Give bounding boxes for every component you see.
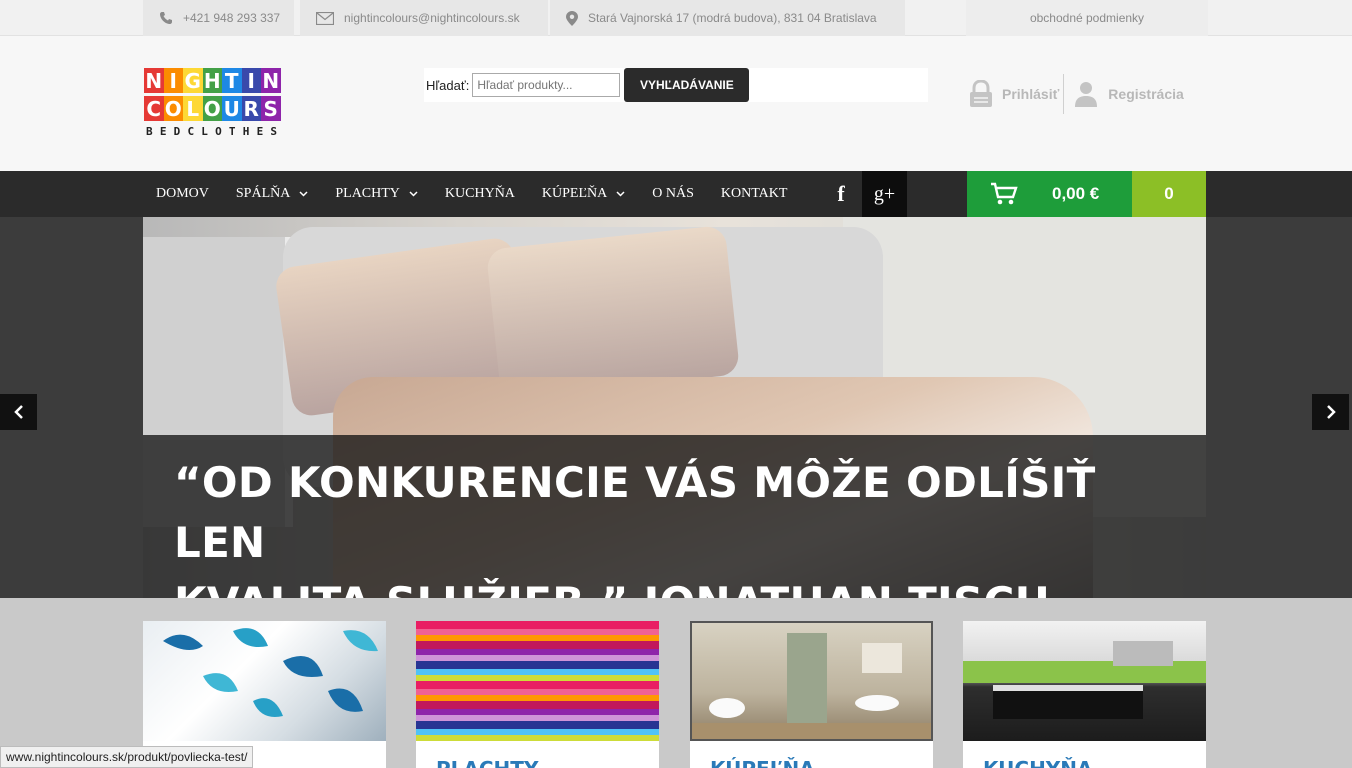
nav-menu: DOMOV SPÁLŇA PLACHTY KUCHYŇA KÚPEĽŇA O N… [143,171,801,217]
floral-pattern [163,628,378,717]
chevron-right-icon [1326,405,1336,419]
login-link[interactable]: Prihlásiť [968,80,1059,108]
logo-letter: T [222,68,242,93]
nav-item-plachty[interactable]: PLACHTY [335,186,418,202]
logo-subtitle: BEDCLOTHES [146,125,285,138]
login-label: Prihlásiť [1002,86,1060,102]
nav-label: O NÁS [652,186,694,201]
nav-label: PLACHTY [335,186,400,201]
chevron-down-icon [299,191,308,197]
logo-letter: S [261,96,281,121]
logo-letter: I [241,68,261,93]
logo-row-2: C O L O U R S [144,96,320,121]
address-text: Stará Vajnorská 17 (modrá budova), 831 0… [588,11,877,25]
logo-letter: O [163,96,183,121]
category-image [143,621,386,741]
category-card-plachty[interactable]: PLACHTY [416,621,659,768]
hero-pillow [485,224,741,400]
slider-next-button[interactable] [1312,394,1349,430]
register-link[interactable]: Registrácia [1074,81,1184,107]
chevron-left-icon [13,405,23,419]
hero-slider: “OD KONKURENCIE VÁS MÔŽE ODLÍŠIŤ LEN KVA… [143,217,1206,598]
googleplus-icon[interactable]: g+ [862,171,907,217]
category-image [416,621,659,741]
auth-divider [1063,74,1065,114]
category-card-kupelna[interactable]: KÚPEĽŇA [690,621,933,768]
logo-letter: L [183,96,203,121]
map-pin-icon [566,10,578,26]
nav-item-kontakt[interactable]: KONTAKT [721,186,788,202]
register-label: Registrácia [1108,86,1184,102]
category-title: PLACHTY [436,757,538,768]
site-logo[interactable]: N I G H T I N C O L O U R S BEDCLOTHES [144,68,320,138]
user-icon [1075,82,1098,107]
chevron-down-icon [616,191,625,197]
cart-icon [991,182,1018,205]
search-form: Hľadať: VYHĽADÁVANIE [424,68,928,102]
nav-item-domov[interactable]: DOMOV [156,186,209,202]
address-contact: Stará Vajnorská 17 (modrá budova), 831 0… [550,0,905,36]
kitchen-scene [963,641,1206,719]
logo-letter: N [144,68,164,93]
nav-label: SPÁLŇA [235,186,291,201]
envelope-icon [316,11,334,25]
nav-label: KUCHYŇA [444,186,515,201]
nav-label: DOMOV [156,186,209,201]
lock-icon [970,80,992,107]
browser-status-bar: www.nightincolours.sk/produkt/povliecka-… [0,746,254,768]
nav-label: KÚPEĽŇA [541,186,608,201]
logo-letter: U [222,96,242,121]
category-card-kuchyna[interactable]: KUCHYŇA [963,621,1206,768]
category-image [690,621,933,741]
logo-letter: G [183,68,203,93]
hero-quote-line-2: KVALITA SLUŽIEB.” JONATHAN TISCH [174,578,1050,598]
category-title: KÚPEĽŇA [710,757,815,768]
cart-count[interactable]: 0 [1132,171,1206,217]
nav-item-spalna[interactable]: SPÁLŇA [236,186,308,202]
hero-caption: “OD KONKURENCIE VÁS MÔŽE ODLÍŠIŤ LEN KVA… [143,435,1206,598]
cart-amount: 0,00 € [1052,184,1100,203]
logo-letter: C [144,96,164,121]
terms-link[interactable]: obchodné podmienky [966,0,1208,36]
hero-quote: “OD KONKURENCIE VÁS MÔŽE ODLÍŠIŤ LEN KVA… [174,453,1174,598]
bathroom-scene [692,633,931,739]
logo-letter: R [241,96,261,121]
search-input[interactable] [472,73,621,97]
chevron-down-icon [409,191,418,197]
logo-row-1: N I G H T I N [144,68,320,93]
site-header: N I G H T I N C O L O U R S BEDCLOTHES H… [0,36,1352,171]
nav-label: KONTAKT [720,186,788,201]
search-label: Hľadať: [426,77,470,93]
nav-item-kuchyna[interactable]: KUCHYŇA [445,186,515,202]
category-title: KUCHYŇA [983,757,1093,768]
phone-contact[interactable]: +421 948 293 337 [143,0,294,36]
email-contact[interactable]: nightincolours@nightincolours.sk [300,0,548,36]
logo-letter: H [202,68,222,93]
hero-quote-line-1: “OD KONKURENCIE VÁS MÔŽE ODLÍŠIŤ LEN [174,458,1096,567]
slider-prev-button[interactable] [0,394,37,430]
logo-letter: O [202,96,222,121]
cart-button[interactable]: 0,00 € [967,171,1132,217]
phone-icon [160,12,172,24]
top-info-bar: +421 948 293 337 nightincolours@nightinc… [0,0,1352,36]
search-button[interactable]: VYHĽADÁVANIE [624,68,750,102]
auth-links: Prihlásiť Registrácia [968,74,1184,114]
phone-number: +421 948 293 337 [183,11,281,25]
email-address: nightincolours@nightincolours.sk [344,11,520,25]
nav-item-o-nas[interactable]: O NÁS [652,186,694,202]
facebook-icon[interactable]: f [826,171,856,217]
category-image [963,621,1206,741]
logo-letter: I [163,68,183,93]
logo-letter: N [261,68,281,93]
nav-item-kupelna[interactable]: KÚPEĽŇA [542,186,625,202]
